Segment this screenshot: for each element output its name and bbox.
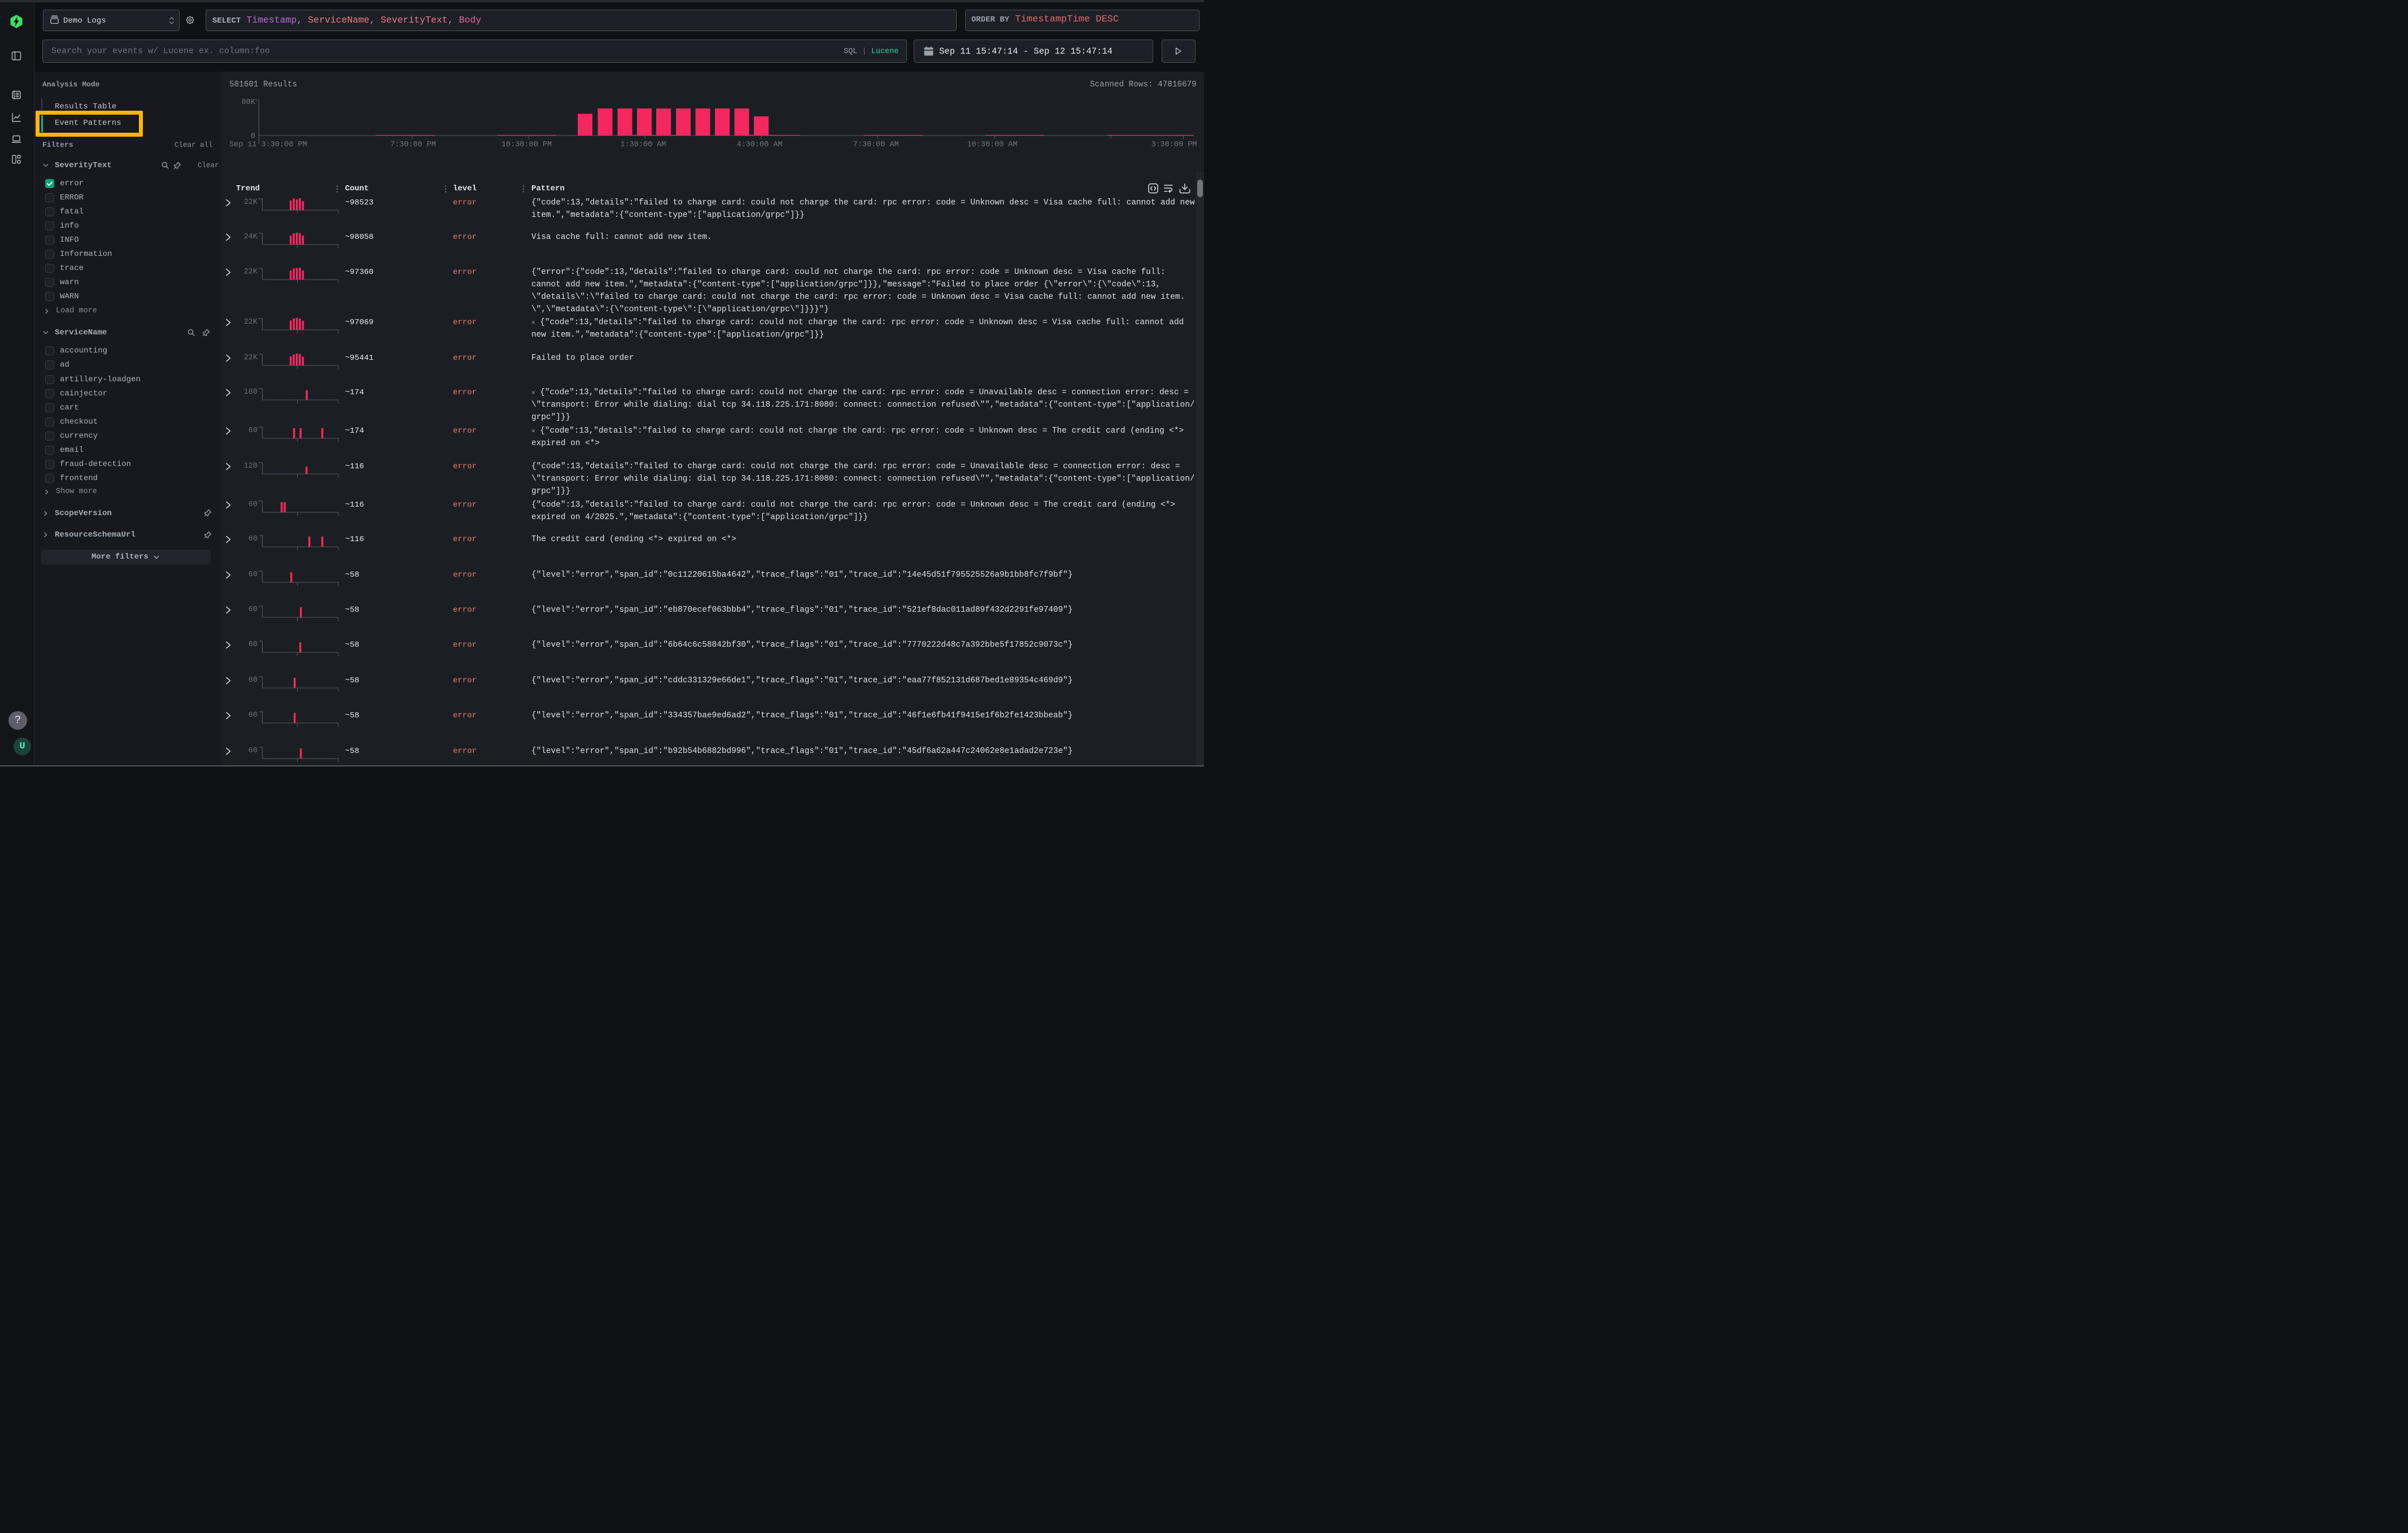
- svg-text:1:30:00 AM: 1:30:00 AM: [620, 141, 666, 149]
- svg-text:3:30:00 PM: 3:30:00 PM: [1151, 141, 1197, 149]
- svg-text:7:30:00 PM: 7:30:00 PM: [390, 141, 436, 149]
- svg-text:10:30:00 PM: 10:30:00 PM: [501, 141, 552, 149]
- svg-text:7:30:00 AM: 7:30:00 AM: [853, 141, 898, 149]
- svg-text:80K: 80K: [242, 98, 256, 107]
- svg-text:4:30:00 AM: 4:30:00 AM: [736, 141, 782, 149]
- svg-text:0: 0: [251, 132, 255, 141]
- svg-text:10:30:00 AM: 10:30:00 AM: [967, 141, 1017, 149]
- svg-text:Sep 11 3:30:00 PM: Sep 11 3:30:00 PM: [229, 141, 307, 149]
